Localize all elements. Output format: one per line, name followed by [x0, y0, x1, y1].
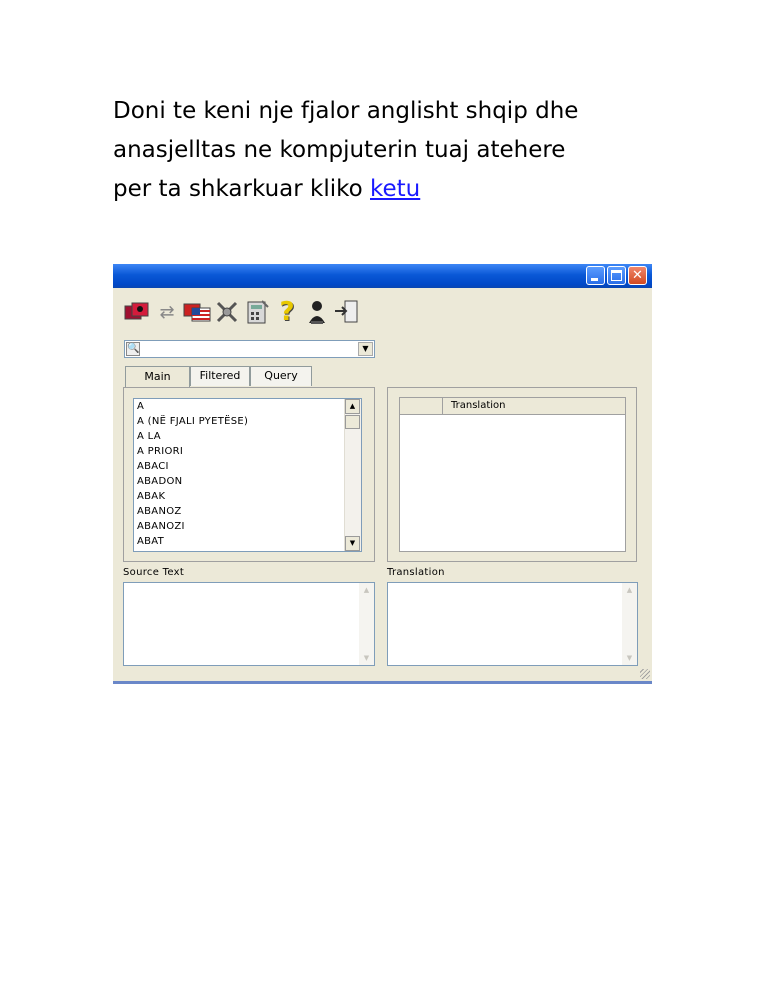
scroll-up-icon[interactable]: ▲ [622, 583, 637, 597]
source-text-scrollbar[interactable]: ▲ ▼ [359, 583, 374, 665]
close-button[interactable]: ✕ [628, 266, 647, 285]
doc-line-3-text: per ta shkarkuar kliko [113, 176, 370, 202]
user-icon[interactable] [303, 298, 331, 326]
list-item[interactable]: ABACI [134, 459, 361, 474]
list-item[interactable]: A (NË FJALI PYETËSE) [134, 414, 361, 429]
doc-line-2: anasjelltas ne kompjuterin tuaj atehere [113, 137, 566, 163]
scroll-thumb[interactable] [345, 415, 360, 429]
minimize-icon [591, 278, 598, 281]
word-list[interactable]: A A (NË FJALI PYETËSE) A LA A PRIORI ABA… [133, 398, 362, 552]
translation-text-scrollbar[interactable]: ▲ ▼ [622, 583, 637, 665]
scroll-up-icon[interactable]: ▲ [359, 583, 374, 597]
title-bar[interactable]: ✕ [113, 264, 652, 288]
list-item[interactable]: ABADON [134, 474, 361, 489]
albanian-flag-icon[interactable] [123, 298, 151, 326]
tab-main[interactable]: Main [125, 366, 190, 388]
dictionary-app-window: ✕ ⇄ ? 🔍 ▼ Main Filtered Query A A (NË FJ… [113, 264, 652, 684]
list-item[interactable]: ABAK [134, 489, 361, 504]
calculator-icon[interactable] [243, 298, 271, 326]
search-icon: 🔍 [126, 342, 140, 356]
close-icon: ✕ [632, 268, 643, 283]
translation-label: Translation [387, 567, 445, 578]
list-item[interactable]: A [134, 399, 361, 414]
maximize-button[interactable] [607, 266, 626, 285]
doc-line-1: Doni te keni nje fjalor anglisht shqip d… [113, 98, 579, 124]
maximize-icon [611, 270, 622, 281]
list-item[interactable]: ABANOZI [134, 519, 361, 534]
minimize-button[interactable] [586, 266, 605, 285]
list-item[interactable]: ABAT [134, 534, 361, 549]
resize-grip-icon[interactable] [640, 669, 650, 679]
source-text-area[interactable]: ▲ ▼ [123, 582, 375, 666]
swap-arrows-icon[interactable]: ⇄ [153, 298, 181, 326]
scroll-down-icon[interactable]: ▼ [345, 536, 360, 551]
search-combo[interactable]: 🔍 ▼ [124, 340, 375, 358]
document-paragraph: Doni te keni nje fjalor anglisht shqip d… [113, 92, 673, 209]
scroll-down-icon[interactable]: ▼ [622, 651, 637, 665]
list-item[interactable]: ABANOZ [134, 504, 361, 519]
word-list-scrollbar[interactable]: ▲ ▼ [344, 399, 361, 551]
help-icon[interactable]: ? [273, 297, 301, 327]
scroll-up-icon[interactable]: ▲ [345, 399, 360, 414]
source-text-label: Source Text [123, 567, 185, 578]
translation-grid[interactable]: Translation [399, 397, 626, 552]
grid-row-header [400, 398, 443, 415]
list-item[interactable]: A LA [134, 429, 361, 444]
scroll-down-icon[interactable]: ▼ [359, 651, 374, 665]
tools-icon[interactable] [213, 298, 241, 326]
grid-column-header[interactable]: Translation [443, 398, 625, 415]
list-item[interactable]: A PRIORI [134, 444, 361, 459]
chevron-down-icon[interactable]: ▼ [358, 342, 373, 356]
doc-line-3: per ta shkarkuar kliko ketu [113, 170, 673, 209]
tab-query[interactable]: Query [250, 366, 312, 386]
us-flag-icon[interactable] [183, 298, 211, 326]
download-link[interactable]: ketu [370, 176, 420, 202]
translation-text-area[interactable]: ▲ ▼ [387, 582, 638, 666]
tab-filtered[interactable]: Filtered [190, 366, 250, 386]
exit-icon[interactable] [333, 298, 361, 326]
